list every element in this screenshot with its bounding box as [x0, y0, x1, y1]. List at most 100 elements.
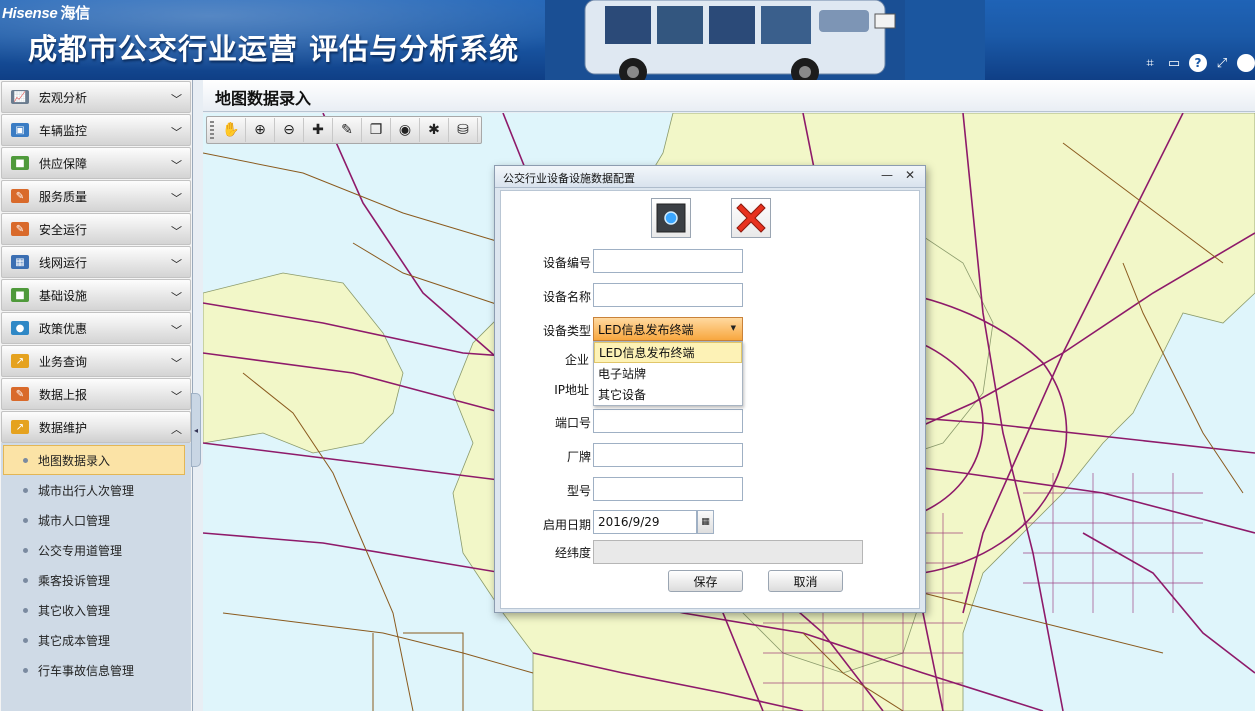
- sidebar-item[interactable]: ✎ 服务质量 ﹀: [1, 180, 191, 212]
- sidebar-item[interactable]: ↗ 数据维护 ︿: [1, 411, 191, 443]
- port-input[interactable]: [593, 409, 743, 433]
- minimize-icon[interactable]: ▭: [1165, 54, 1183, 72]
- sidebar-item-label: 政策优惠: [39, 321, 88, 336]
- sidebar-item[interactable]: ■ 供应保障 ﹀: [1, 147, 191, 179]
- truck-icon: ■: [11, 288, 29, 302]
- pan-hand-icon[interactable]: ✋: [218, 118, 246, 142]
- layers-icon[interactable]: ❐: [363, 118, 391, 142]
- device-no-input[interactable]: [593, 249, 743, 273]
- model-input[interactable]: [593, 477, 743, 501]
- brand-label: 厂牌: [566, 450, 591, 464]
- bullet-icon: [23, 637, 28, 643]
- sidebar-item[interactable]: ✎ 安全运行 ﹀: [1, 213, 191, 245]
- bullet-icon: [23, 517, 28, 523]
- locate-point-button[interactable]: [651, 198, 691, 238]
- sub-menu-item[interactable]: 城市人口管理: [1, 505, 191, 535]
- chevron-up-icon: ︿: [171, 423, 182, 436]
- sidebar-item[interactable]: ▦ 线网运行 ﹀: [1, 246, 191, 278]
- chevron-down-icon: ﹀: [171, 390, 182, 403]
- chevron-down-icon: ﹀: [171, 126, 182, 139]
- sidebar-item[interactable]: ● 政策优惠 ﹀: [1, 312, 191, 344]
- edit-icon[interactable]: ✎: [334, 118, 362, 142]
- device-type-label: 设备类型: [542, 324, 591, 338]
- marker-icon[interactable]: ◉: [392, 118, 420, 142]
- help-icon[interactable]: ?: [1189, 54, 1207, 72]
- map-toolbar: ✋ ⊕ ⊖ ✚ ✎ ❐ ◉ ✱ ⛁: [206, 116, 482, 144]
- sub-menu-label: 城市人口管理: [38, 513, 111, 528]
- brand-input[interactable]: [593, 443, 743, 467]
- dropdown-option[interactable]: 其它设备: [594, 384, 742, 405]
- sub-menu-label: 地图数据录入: [38, 453, 111, 468]
- sidebar-item[interactable]: ▣ 车辆监控 ﹀: [1, 114, 191, 146]
- sidebar-item[interactable]: 📈 宏观分析 ﹀: [1, 81, 191, 113]
- sidebar-item[interactable]: ■ 基础设施 ﹀: [1, 279, 191, 311]
- sub-menu-label: 乘客投诉管理: [38, 573, 111, 588]
- sub-menu-label: 城市出行人次管理: [38, 483, 135, 498]
- fullscreen-icon[interactable]: ⤢: [1213, 54, 1231, 72]
- sidebar-item-label: 宏观分析: [39, 90, 88, 105]
- sidebar-item-label: 数据上报: [39, 387, 88, 402]
- map-land-west: [203, 272, 404, 454]
- sub-menu-label: 其它收入管理: [38, 603, 111, 618]
- device-type-select[interactable]: LED信息发布终端 ▼: [593, 317, 743, 341]
- red-x-icon: [736, 203, 766, 233]
- sub-menu-item[interactable]: 其它收入管理: [1, 595, 191, 625]
- truck-icon: ■: [11, 156, 29, 170]
- sidebar-collapse-handle[interactable]: ◂: [191, 393, 201, 467]
- sidebar-item-label: 服务质量: [39, 189, 88, 204]
- chevron-down-icon: ▼: [730, 324, 736, 332]
- sidebar-item[interactable]: ✎ 数据上报 ﹀: [1, 378, 191, 410]
- database-icon[interactable]: ⛁: [450, 118, 478, 142]
- sidebar-item-label: 业务查询: [39, 354, 88, 369]
- sub-menu-label: 行车事故信息管理: [38, 663, 135, 678]
- sidebar-item-label: 安全运行: [39, 222, 88, 237]
- dialog-minimize-icon[interactable]: —: [881, 168, 893, 182]
- chevron-down-icon: ﹀: [171, 357, 182, 370]
- device-type-selected: LED信息发布终端: [598, 322, 694, 337]
- chevron-down-icon: ﹀: [171, 291, 182, 304]
- company-label: 企业: [564, 353, 589, 367]
- brand-logo: Hisense 海信: [2, 2, 90, 23]
- dialog-body: 设备编号 设备名称 设备类型 LED信息发布终端 ▼ 企业 IP地址 端口号 厂…: [500, 190, 920, 609]
- sub-menu-item[interactable]: 行车事故信息管理: [1, 655, 191, 685]
- add-point-icon[interactable]: ✚: [305, 118, 333, 142]
- sidebar-item-label: 基础设施: [39, 288, 88, 303]
- power-icon[interactable]: [1237, 54, 1255, 72]
- zoom-in-icon[interactable]: ⊕: [247, 118, 275, 142]
- chevron-down-icon: ﹀: [171, 324, 182, 337]
- bullet-icon: [23, 487, 28, 493]
- dialog-titlebar[interactable]: 公交行业设备设施数据配置 — ✕: [495, 166, 925, 188]
- latlng-input: [593, 540, 863, 564]
- device-no-label: 设备编号: [542, 256, 591, 270]
- bus-banner-image: [545, 0, 985, 80]
- toolbar-buttons: ✋ ⊕ ⊖ ✚ ✎ ❐ ◉ ✱ ⛁: [217, 118, 478, 142]
- zoom-out-icon[interactable]: ⊖: [276, 118, 304, 142]
- sub-menu-item[interactable]: 地图数据录入: [3, 445, 185, 475]
- page-header: 地图数据录入: [203, 80, 1255, 112]
- sidebar-item-label: 供应保障: [39, 156, 88, 171]
- sub-menu-item[interactable]: 公交专用道管理: [1, 535, 191, 565]
- toolbar-grip[interactable]: [210, 121, 214, 139]
- crop-icon[interactable]: ⌗: [1141, 54, 1159, 72]
- dialog-close-icon[interactable]: ✕: [905, 168, 915, 182]
- sub-menu-label: 其它成本管理: [38, 633, 111, 648]
- sub-menu-item[interactable]: 城市出行人次管理: [1, 475, 191, 505]
- dropdown-option[interactable]: 电子站牌: [594, 363, 742, 384]
- chevron-down-icon: ﹀: [171, 159, 182, 172]
- start-date-input[interactable]: 2016/9/29: [593, 510, 697, 534]
- clear-icon[interactable]: ✱: [421, 118, 449, 142]
- chart-line-icon: 📈: [11, 90, 29, 104]
- cancel-button[interactable]: 取消: [768, 570, 843, 592]
- dropdown-option[interactable]: LED信息发布终端: [594, 342, 742, 363]
- save-button[interactable]: 保存: [668, 570, 743, 592]
- device-name-input[interactable]: [593, 283, 743, 307]
- calendar-icon[interactable]: ▦: [697, 510, 714, 534]
- grid-icon: ▦: [11, 255, 29, 269]
- sub-menu-item[interactable]: 其它成本管理: [1, 625, 191, 655]
- trend-icon: ↗: [11, 354, 29, 368]
- bullet-icon: [23, 577, 28, 583]
- sub-menu-item[interactable]: 乘客投诉管理: [1, 565, 191, 595]
- sidebar-nav: 📈 宏观分析 ﹀ ▣ 车辆监控 ﹀ ■ 供应保障 ﹀ ✎ 服务质量 ﹀ ✎ 安全运行 ﹀ ▦ 线网运行 ﹀ ■ 基础设…: [0, 80, 193, 711]
- sidebar-item[interactable]: ↗ 业务查询 ﹀: [1, 345, 191, 377]
- delete-point-button[interactable]: [731, 198, 771, 238]
